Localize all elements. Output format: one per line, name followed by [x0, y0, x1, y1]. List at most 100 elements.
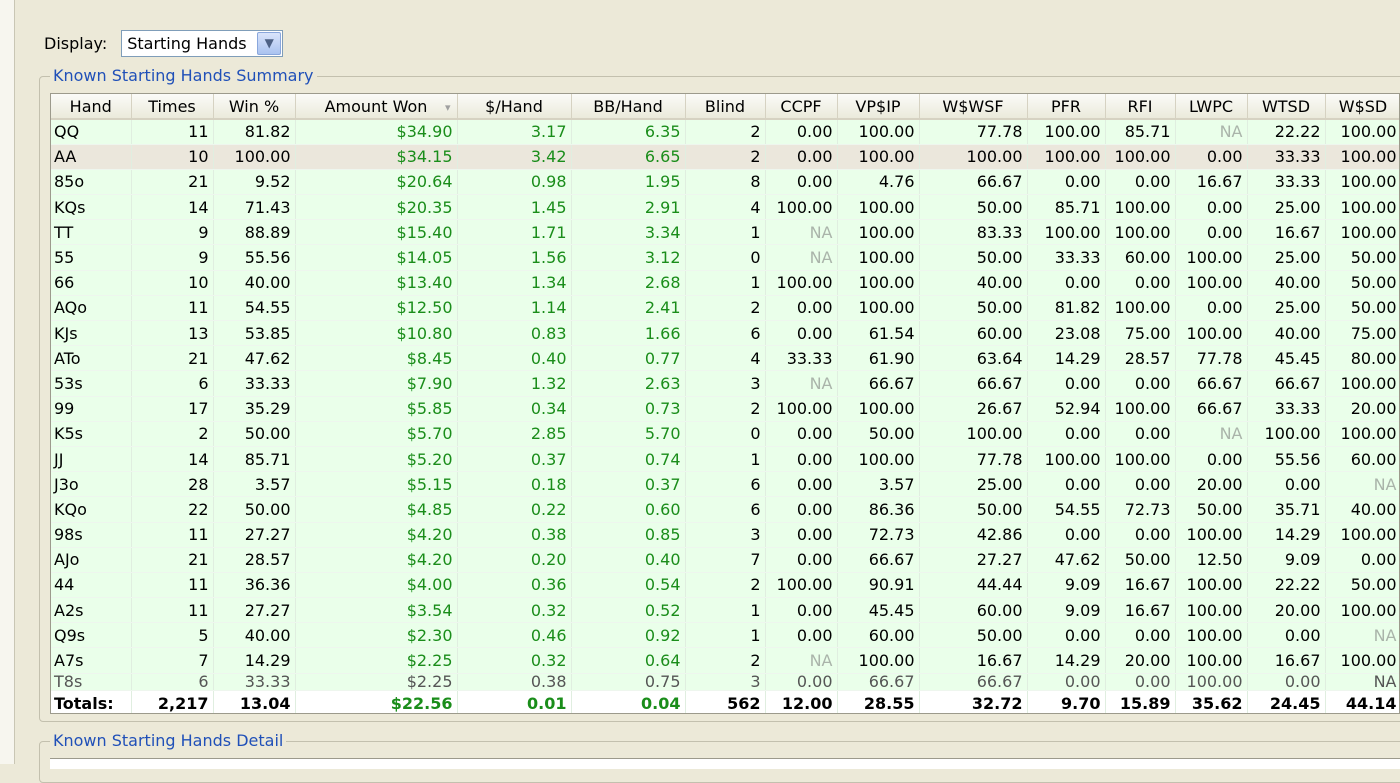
- column-header-w-sd[interactable]: W$SD: [1325, 94, 1399, 120]
- table-cell: 28: [131, 471, 214, 498]
- table-cell: 33.33: [1247, 169, 1326, 196]
- table-row[interactable]: Q9s 5 40.00 $2.30 0.46 0.92 1 0.00 60.00 50.00 0.0…: [51, 622, 1399, 649]
- table-cell: 22.22: [1247, 119, 1326, 145]
- totals-cell: 12.00: [765, 689, 838, 713]
- table-cell: 12.50: [1175, 547, 1248, 573]
- table-cell: 0.85: [571, 522, 686, 548]
- table-row[interactable]: A7s 7 14.29 $2.25 0.32 0.64 2 NA 100.00 16.67 14.2…: [51, 647, 1399, 674]
- table-cell: 0.00: [1027, 522, 1106, 548]
- table-cell: 0.00: [1027, 673, 1106, 691]
- table-cell: 100.00: [765, 572, 838, 599]
- table-row[interactable]: A2s 11 27.27 $3.54 0.32 0.52 1 0.00 45.45 60.00 9.…: [51, 597, 1399, 624]
- table-cell: 33.33: [1247, 396, 1326, 422]
- table-cell: 100.00: [1325, 370, 1399, 397]
- summary-table: Hand Times Win % Amount Won ▾ $/Hand BB/Hand Bl…: [50, 93, 1400, 714]
- table-row[interactable]: AA 10 100.00 $34.15 3.42 6.65 2 0.00 100.00 100.0…: [51, 144, 1399, 170]
- table-cell: 0.00: [1105, 673, 1176, 691]
- display-selector-row: Display: Starting Hands ▼: [44, 28, 284, 58]
- table-cell: 25.00: [1247, 295, 1326, 322]
- display-dropdown[interactable]: Starting Hands ▼: [121, 29, 284, 57]
- table-row[interactable]: TT 9 88.89 $15.40 1.71 3.34 1 NA 100.00 83.33 100.…: [51, 219, 1399, 246]
- table-cell: 1.95: [571, 169, 686, 196]
- table-cell: NA: [1175, 119, 1248, 145]
- table-cell: 35.71: [1247, 496, 1326, 523]
- column-header-win[interactable]: Win %: [213, 94, 296, 120]
- column-header-hand[interactable]: $/Hand: [457, 94, 572, 120]
- table-cell: $12.50: [295, 295, 458, 322]
- table-cell: 100.00: [1325, 522, 1399, 548]
- table-cell: 100.00: [1027, 144, 1106, 170]
- table-cell: 85o: [51, 169, 132, 196]
- table-cell: 6: [131, 673, 214, 691]
- table-cell: 0.37: [571, 471, 686, 498]
- table-row[interactable]: 44 11 36.36 $4.00 0.36 0.54 2 100.00 90.91 44.44 9…: [51, 572, 1399, 599]
- table-cell: 60.00: [1105, 244, 1176, 271]
- table-cell: 50.00: [213, 496, 296, 523]
- table-cell: $2.30: [295, 622, 458, 649]
- table-cell: NA: [765, 219, 838, 246]
- table-cell: NA: [765, 647, 838, 674]
- table-row[interactable]: 98s 11 27.27 $4.20 0.38 0.85 3 0.00 72.73 42.86 0.…: [51, 522, 1399, 548]
- table-row[interactable]: T8s 6 33.33 $2.25 0.38 0.75 3 0.00 66.67 66.67 0.0…: [51, 673, 1399, 691]
- table-cell: 0.00: [1105, 421, 1176, 447]
- table-row[interactable]: AJo 21 28.57 $4.20 0.20 0.40 7 0.00 66.67 27.27 47…: [51, 547, 1399, 573]
- table-row[interactable]: JJ 14 85.71 $5.20 0.37 0.74 1 0.00 100.00 77.78 10…: [51, 446, 1399, 473]
- table-cell: 100.00: [1027, 446, 1106, 473]
- table-row[interactable]: 99 17 35.29 $5.85 0.34 0.73 2 100.00 100.00 26.67…: [51, 396, 1399, 422]
- table-row[interactable]: ATo 21 47.62 $8.45 0.40 0.77 4 33.33 61.90 63.64 1…: [51, 345, 1399, 372]
- table-row[interactable]: AQo 11 54.55 $12.50 1.14 2.41 2 0.00 100.00 50.00…: [51, 295, 1399, 322]
- column-header-w-wsf[interactable]: W$WSF: [919, 94, 1028, 120]
- column-header-blind[interactable]: Blind: [685, 94, 766, 120]
- column-header-vp-ip[interactable]: VP$IP: [837, 94, 920, 120]
- table-cell: J3o: [51, 471, 132, 498]
- table-cell: 75.00: [1105, 320, 1176, 347]
- table-row[interactable]: J3o 28 3.57 $5.15 0.18 0.37 6 0.00 3.57 25.00 0.00…: [51, 471, 1399, 498]
- column-header-bb-hand[interactable]: BB/Hand: [571, 94, 686, 120]
- table-cell: 100.00: [1175, 244, 1248, 271]
- table-cell: 9.09: [1247, 547, 1326, 573]
- chevron-down-icon[interactable]: ▼: [257, 31, 282, 55]
- table-cell: 0.74: [571, 446, 686, 473]
- table-cell: 9.09: [1027, 597, 1106, 624]
- column-header-lwpc[interactable]: LWPC: [1175, 94, 1248, 120]
- table-cell: 27.27: [213, 597, 296, 624]
- table-cell: 100.00: [837, 144, 920, 170]
- table-cell: 1: [685, 597, 766, 624]
- table-cell: 0.00: [1105, 471, 1176, 498]
- column-header-pfr[interactable]: PFR: [1027, 94, 1106, 120]
- column-header-times[interactable]: Times: [131, 94, 214, 120]
- table-cell: 50.00: [919, 496, 1028, 523]
- table-cell: $10.80: [295, 320, 458, 347]
- column-header-amount-won[interactable]: Amount Won ▾: [295, 94, 458, 120]
- table-row[interactable]: K5s 2 50.00 $5.70 2.85 5.70 0 0.00 50.00 100.00 0.…: [51, 421, 1399, 447]
- table-row[interactable]: KQo 22 50.00 $4.85 0.22 0.60 6 0.00 86.36 50.00 54…: [51, 496, 1399, 523]
- column-header-ccpf[interactable]: CCPF: [765, 94, 838, 120]
- table-row[interactable]: QQ 11 81.82 $34.90 3.17 6.35 2 0.00 100.00 77.78 1…: [51, 119, 1399, 145]
- table-cell: T8s: [51, 673, 132, 691]
- table-cell: 81.82: [1027, 295, 1106, 322]
- table-row[interactable]: KJs 13 53.85 $10.80 0.83 1.66 6 0.00 61.54 60.00 2…: [51, 320, 1399, 347]
- sort-desc-icon: ▾: [444, 101, 451, 114]
- table-row[interactable]: KQs 14 71.43 $20.35 1.45 2.91 4 100.00 100.00 50.…: [51, 194, 1399, 221]
- table-cell: 85.71: [1105, 119, 1176, 145]
- table-cell: 77.78: [919, 446, 1028, 473]
- column-header-hand[interactable]: Hand: [51, 94, 132, 120]
- table-row[interactable]: 85o 21 9.52 $20.64 0.98 1.95 8 0.00 4.76 66.67 0.0…: [51, 169, 1399, 196]
- table-row[interactable]: 66 10 40.00 $13.40 1.34 2.68 1 100.00 100.00 40.0…: [51, 270, 1399, 296]
- table-cell: 0.54: [571, 572, 686, 599]
- table-row[interactable]: 55 9 55.56 $14.05 1.56 3.12 0 NA 100.00 50.00 33.3…: [51, 244, 1399, 271]
- table-cell: 40.00: [213, 622, 296, 649]
- table-row[interactable]: 53s 6 33.33 $7.90 1.32 2.63 3 NA 66.67 66.67 0.00 0…: [51, 370, 1399, 397]
- totals-cell: 28.55: [837, 689, 920, 713]
- table-cell: NA: [765, 370, 838, 397]
- table-cell: 1: [685, 270, 766, 296]
- table-cell: 2: [685, 647, 766, 674]
- table-cell: 11: [131, 295, 214, 322]
- column-header-wtsd[interactable]: WTSD: [1247, 94, 1326, 120]
- table-cell: $5.15: [295, 471, 458, 498]
- column-header-rfi[interactable]: RFI: [1105, 94, 1176, 120]
- table-cell: 52.94: [1027, 396, 1106, 422]
- table-cell: AA: [51, 144, 132, 170]
- table-cell: 50.00: [1325, 295, 1399, 322]
- left-panel-edge: [0, 0, 15, 764]
